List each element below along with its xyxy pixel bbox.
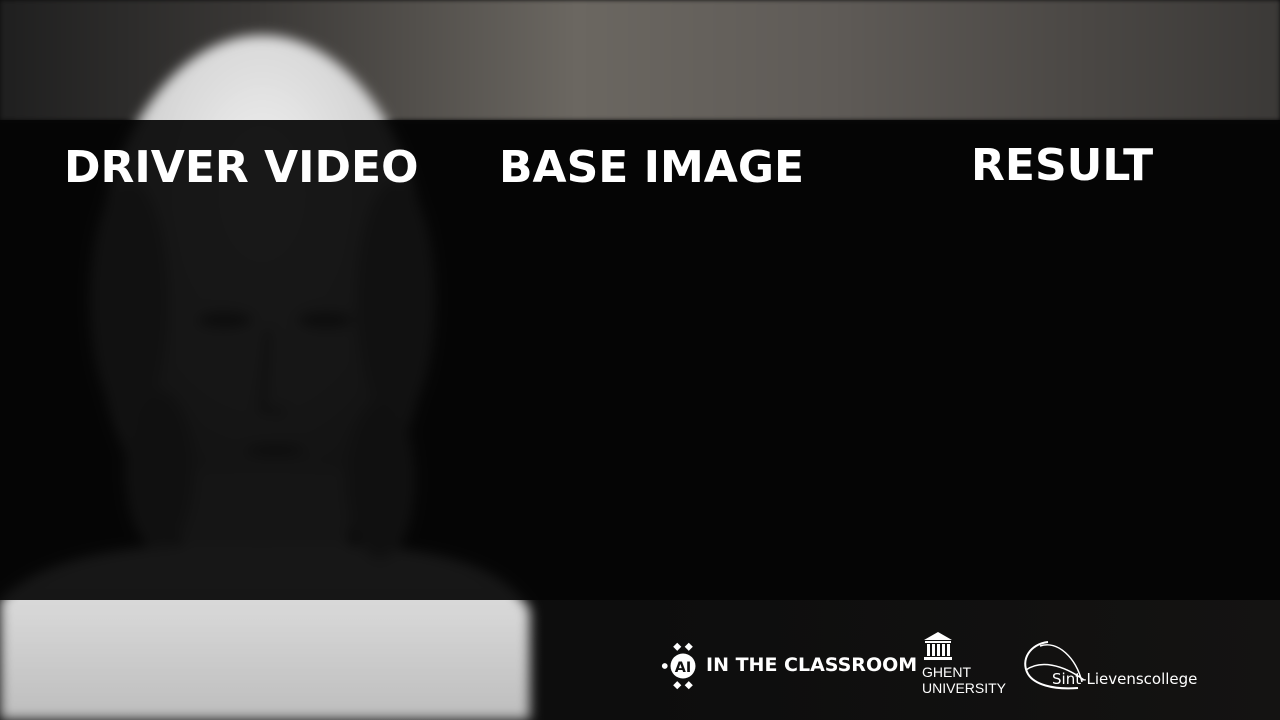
university-line: UNIVERSITY bbox=[922, 680, 1007, 696]
sponsor-logos: AI IN THE CLASSROOM GHENT UNIVERSITY Sin… bbox=[0, 620, 1280, 720]
ai-mark-text: AI bbox=[675, 660, 692, 676]
result-heading: RESULT bbox=[971, 140, 1154, 191]
ghent-line: GHENT bbox=[922, 664, 971, 680]
sint-lievenscollege-swoosh-icon bbox=[1024, 641, 1085, 690]
sint-lievenscollege-text: Sint-Lievenscollege bbox=[1052, 670, 1198, 688]
ai-classroom-logo-icon: AI bbox=[661, 642, 696, 690]
driver-video-heading: DRIVER VIDEO bbox=[64, 142, 419, 193]
ghent-university-text: GHENT UNIVERSITY bbox=[922, 664, 1012, 696]
base-image-heading: BASE IMAGE bbox=[499, 142, 805, 193]
ai-classroom-text: IN THE CLASSROOM bbox=[706, 654, 918, 676]
video-frame: DRIVER VIDEO BASE IMAGE RESULT AI IN THE… bbox=[0, 0, 1280, 720]
